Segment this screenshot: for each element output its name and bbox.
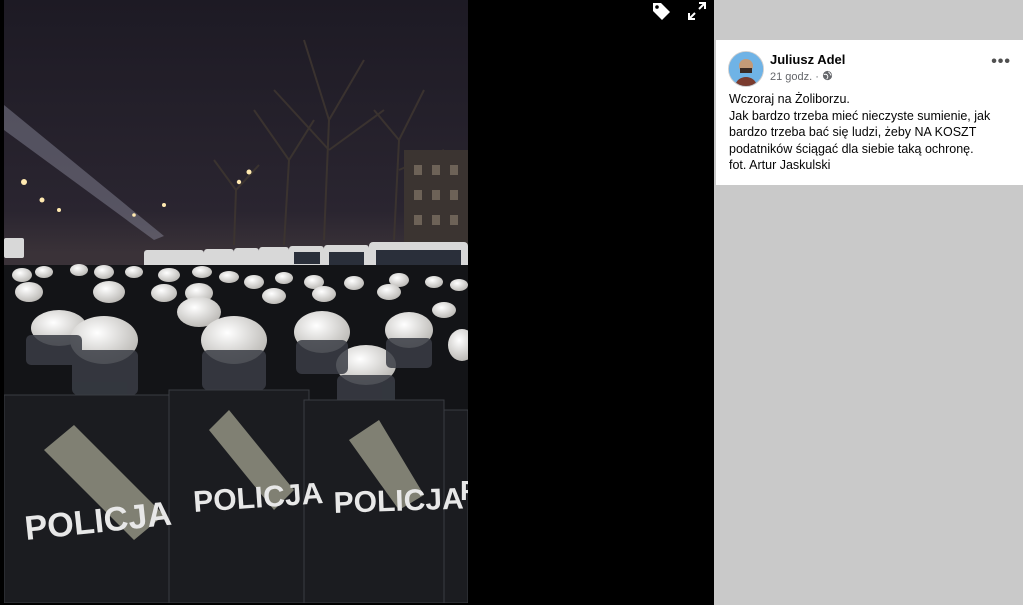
avatar[interactable]: [728, 51, 764, 87]
meta-separator: ·: [815, 71, 819, 83]
tag-icon[interactable]: [650, 0, 672, 22]
post-time[interactable]: 21 godz.: [770, 71, 812, 83]
more-options-icon[interactable]: •••: [991, 53, 1011, 71]
post-photo[interactable]: POLICJA POLICJA POLICJA P: [4, 0, 468, 603]
sidebar-header: [714, 0, 1023, 40]
post-meta: 21 godz. ·: [770, 70, 833, 84]
viewer-toolbar: [650, 0, 708, 22]
post-text-line: bardzo trzeba bać się ludzi, żeby NA KOS…: [729, 125, 977, 139]
post-card: Juliusz Adel 21 godz. · ••• Wczoraj na Ż…: [716, 40, 1023, 185]
post-text-line: Wczoraj na Żoliborzu.: [729, 92, 850, 106]
photo-viewer: POLICJA POLICJA POLICJA P: [0, 0, 714, 605]
post-sidebar: Juliusz Adel 21 godz. · ••• Wczoraj na Ż…: [714, 0, 1023, 605]
fullscreen-icon[interactable]: [686, 0, 708, 22]
post-text-line: podatników ściągać dla siebie taką ochro…: [729, 141, 974, 156]
post-text-line: Jak bardzo trzeba mieć nieczyste sumieni…: [729, 108, 991, 123]
shield-label: POLICJA: [333, 482, 464, 520]
post-text: Wczoraj na Żoliborzu. Jak bardzo trzeba …: [729, 91, 1019, 174]
post-text-line: fot. Artur Jaskulski: [729, 158, 831, 172]
globe-icon: [822, 70, 833, 84]
shield-label: P: [460, 475, 468, 506]
author-name[interactable]: Juliusz Adel: [770, 52, 845, 67]
